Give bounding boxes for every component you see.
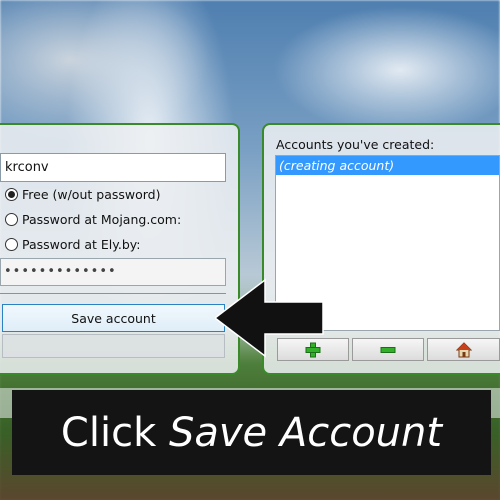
auth-option-mojang[interactable]: Password at Mojang.com: xyxy=(5,210,181,228)
auth-option-free[interactable]: Free (w/out password) xyxy=(5,185,160,203)
auth-option-elyby[interactable]: Password at Ely.by: xyxy=(5,235,141,253)
save-account-button[interactable]: Save account xyxy=(2,304,225,332)
radio-button[interactable] xyxy=(5,187,18,201)
caption-text: Click Save Account xyxy=(61,410,442,456)
minus-icon xyxy=(380,346,396,353)
username-input[interactable]: krconv xyxy=(0,153,226,182)
accounts-label: Accounts you've created: xyxy=(276,137,435,152)
caption-emphasis: Save Account xyxy=(168,409,443,456)
radio-button[interactable] xyxy=(5,212,18,226)
radio-dot xyxy=(8,190,15,198)
auth-option-label: Password at Ely.by: xyxy=(22,236,141,252)
remove-account-button[interactable] xyxy=(352,338,424,361)
password-input[interactable]: ••••••••••••• xyxy=(0,258,226,286)
caption-prefix: Click xyxy=(60,409,157,456)
status-bar xyxy=(2,334,225,358)
auth-option-label: Free (w/out password) xyxy=(22,186,161,202)
instruction-caption: Click Save Account xyxy=(12,390,491,475)
auth-option-label: Password at Mojang.com: xyxy=(22,211,182,227)
radio-button[interactable] xyxy=(5,237,18,251)
home-button[interactable] xyxy=(427,338,500,361)
house-icon xyxy=(455,341,472,357)
divider xyxy=(0,293,226,294)
pointer-arrow-icon xyxy=(215,278,324,358)
list-item[interactable]: (creating account) xyxy=(276,156,499,175)
